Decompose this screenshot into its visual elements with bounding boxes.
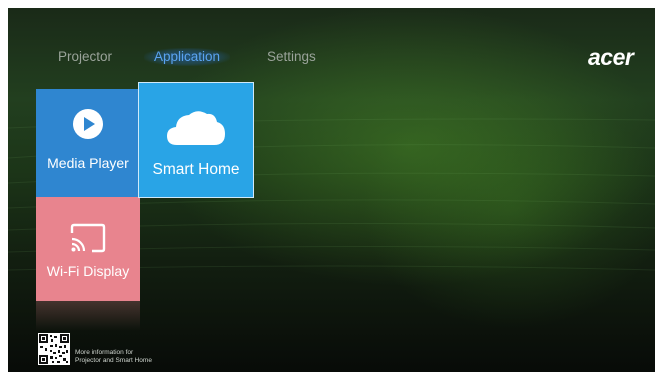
- tab-projector[interactable]: Projector: [58, 48, 112, 66]
- tab-settings[interactable]: Settings: [267, 48, 316, 66]
- more-info-text: More information for Projector and Smart…: [75, 349, 185, 364]
- cloud-icon: [167, 111, 225, 145]
- play-icon: [73, 109, 103, 139]
- projector-home-screen: Projector Application Settings acer Medi…: [8, 8, 655, 372]
- tile-label-wifi-display: Wi-Fi Display: [46, 263, 130, 279]
- tile-reflection: [36, 301, 140, 331]
- tab-application[interactable]: Application: [144, 48, 231, 66]
- qr-code[interactable]: [38, 333, 70, 365]
- more-info-line2: Projector and Smart Home: [75, 356, 152, 364]
- cast-icon: [70, 223, 106, 253]
- more-info-line1: More information for: [75, 349, 134, 356]
- acer-logo: acer: [588, 44, 634, 70]
- tile-label-media-player: Media Player: [47, 155, 129, 171]
- tile-label-smart-home: Smart Home: [152, 161, 240, 178]
- tile-wifi-display[interactable]: Wi-Fi Display: [36, 197, 140, 301]
- tile-media-player[interactable]: Media Player: [36, 89, 140, 197]
- tile-smart-home[interactable]: Smart Home: [138, 82, 254, 198]
